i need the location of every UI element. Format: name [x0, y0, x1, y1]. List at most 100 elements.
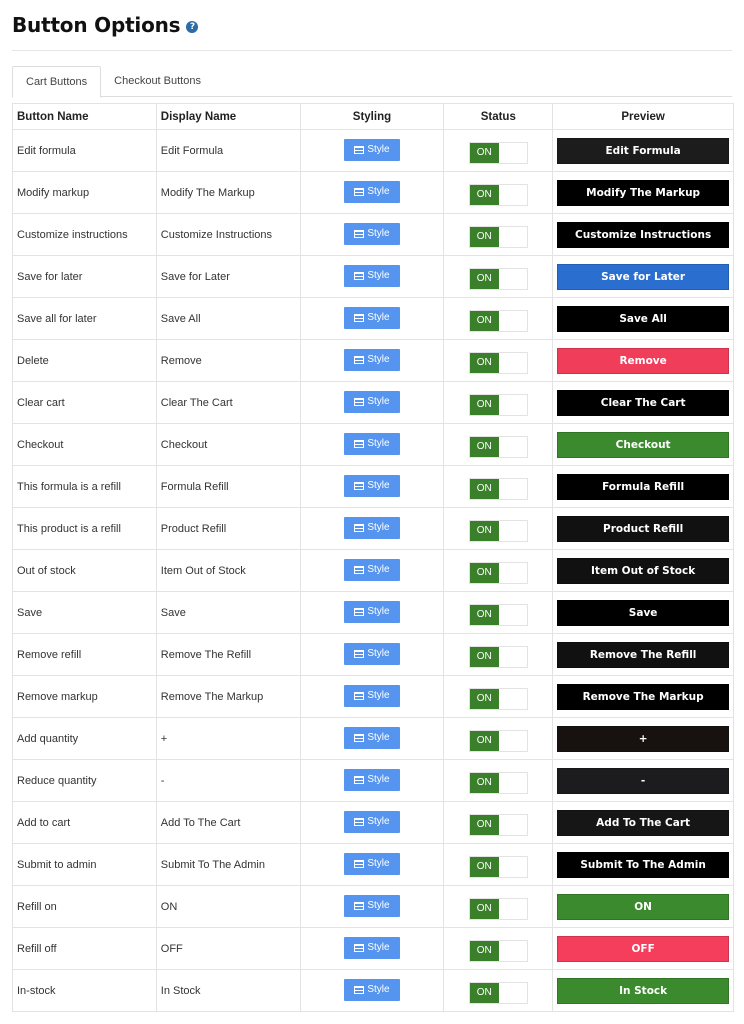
display-name: + [160, 732, 168, 745]
preview-button[interactable]: Checkout [557, 431, 729, 458]
preview-button[interactable]: Add To The Cart [557, 809, 729, 836]
status-toggle[interactable]: ON [468, 141, 528, 164]
status-toggle-knob [498, 226, 527, 247]
preview-button[interactable]: Remove The Refill [557, 641, 729, 668]
preview-cell: Edit Formula [552, 129, 734, 172]
style-button[interactable]: Style [343, 390, 400, 413]
status-toggle[interactable]: ON [468, 183, 528, 206]
preview-cell: Save for Later [552, 255, 734, 298]
display-name: Submit To The Admin [160, 858, 265, 871]
list-icon [354, 985, 365, 994]
status-toggle-label: ON [469, 520, 499, 541]
status-toggle[interactable]: ON [468, 225, 528, 248]
status-toggle[interactable]: ON [468, 603, 528, 626]
status-toggle-label: ON [469, 898, 499, 919]
style-button[interactable]: Style [343, 180, 400, 203]
style-button[interactable]: Style [343, 222, 400, 245]
preview-cell: Checkout [552, 423, 734, 466]
style-button[interactable]: Style [343, 138, 400, 161]
button-name-cell: Remove refill [12, 633, 157, 676]
status-toggle[interactable]: ON [468, 519, 528, 542]
style-button[interactable]: Style [343, 852, 400, 875]
status-toggle-label: ON [469, 646, 499, 667]
style-button[interactable]: Style [343, 516, 400, 539]
preview-cell: Customize Instructions [552, 213, 734, 256]
preview-button[interactable]: Product Refill [557, 515, 729, 542]
style-button[interactable]: Style [343, 726, 400, 749]
style-button[interactable]: Style [343, 894, 400, 917]
preview-button[interactable]: Remove [557, 347, 729, 374]
display-name-cell: Edit Formula [155, 129, 301, 172]
column-header-status: Status [443, 103, 554, 130]
table-header-row: Button Name Display Name Styling Status … [12, 103, 734, 130]
style-button[interactable]: Style [343, 978, 400, 1001]
preview-button[interactable]: Save [557, 599, 729, 626]
status-cell: ON [443, 339, 554, 382]
style-button[interactable]: Style [343, 936, 400, 959]
style-button[interactable]: Style [343, 600, 400, 623]
preview-button[interactable]: In Stock [557, 977, 729, 1004]
status-toggle[interactable]: ON [468, 645, 528, 668]
table-row: Remove refill Remove The Refill Style ON… [12, 633, 734, 676]
status-toggle[interactable]: ON [468, 435, 528, 458]
status-toggle[interactable]: ON [468, 771, 528, 794]
status-toggle[interactable]: ON [468, 729, 528, 752]
tab-cart-buttons[interactable]: Cart Buttons [12, 66, 102, 98]
status-toggle[interactable]: ON [468, 939, 528, 962]
table-row: Delete Remove Style ON Remove [12, 339, 734, 382]
status-toggle-label: ON [469, 688, 499, 709]
style-button[interactable]: Style [343, 768, 400, 791]
preview-button[interactable]: OFF [557, 935, 729, 962]
question-circle-icon[interactable]: ? [186, 21, 199, 33]
tab-checkout-buttons[interactable]: Checkout Buttons [101, 66, 214, 96]
preview-button[interactable]: Modify The Markup [557, 179, 729, 206]
preview-button[interactable]: Clear The Cart [557, 389, 729, 416]
status-cell: ON [443, 549, 554, 592]
style-button-label: Style [367, 396, 390, 407]
style-button[interactable]: Style [343, 348, 400, 371]
status-toggle[interactable]: ON [468, 813, 528, 836]
style-button[interactable]: Style [343, 432, 400, 455]
preview-button[interactable]: Submit To The Admin [557, 851, 729, 878]
preview-button[interactable]: - [557, 767, 729, 794]
status-toggle[interactable]: ON [468, 855, 528, 878]
button-name: Delete [17, 354, 49, 367]
status-toggle-knob [498, 814, 527, 835]
table-row: Customize instructions Customize Instruc… [12, 213, 734, 256]
status-toggle-label: ON [469, 478, 499, 499]
preview-button[interactable]: Item Out of Stock [557, 557, 729, 584]
preview-button[interactable]: Remove The Markup [557, 683, 729, 710]
preview-button[interactable]: Save All [557, 305, 729, 332]
preview-button[interactable]: Customize Instructions [557, 221, 729, 248]
preview-button[interactable]: + [557, 725, 729, 752]
status-toggle-knob [498, 856, 527, 877]
style-button[interactable]: Style [343, 264, 400, 287]
status-toggle[interactable]: ON [468, 561, 528, 584]
style-button[interactable]: Style [343, 558, 400, 581]
status-toggle[interactable]: ON [468, 351, 528, 374]
status-toggle[interactable]: ON [468, 897, 528, 920]
styling-cell: Style [299, 633, 445, 676]
style-button[interactable]: Style [343, 474, 400, 497]
preview-button[interactable]: ON [557, 893, 729, 920]
status-toggle[interactable]: ON [468, 477, 528, 500]
preview-button[interactable]: Formula Refill [557, 473, 729, 500]
status-toggle[interactable]: ON [468, 393, 528, 416]
preview-cell: Remove The Refill [552, 633, 734, 676]
table-row: This formula is a refill Formula Refill … [12, 465, 734, 508]
style-button[interactable]: Style [343, 306, 400, 329]
status-toggle[interactable]: ON [468, 267, 528, 290]
preview-button[interactable]: Save for Later [557, 263, 729, 290]
status-toggle-label: ON [469, 982, 499, 1003]
preview-button[interactable]: Edit Formula [557, 137, 729, 164]
style-button[interactable]: Style [343, 642, 400, 665]
status-toggle[interactable]: ON [468, 687, 528, 710]
style-button-label: Style [367, 984, 390, 995]
status-toggle[interactable]: ON [468, 981, 528, 1004]
style-button[interactable]: Style [343, 684, 400, 707]
style-button[interactable]: Style [343, 810, 400, 833]
display-name: - [160, 774, 165, 787]
display-name: Add To The Cart [160, 816, 241, 829]
status-toggle[interactable]: ON [468, 309, 528, 332]
status-toggle-label: ON [469, 814, 499, 835]
